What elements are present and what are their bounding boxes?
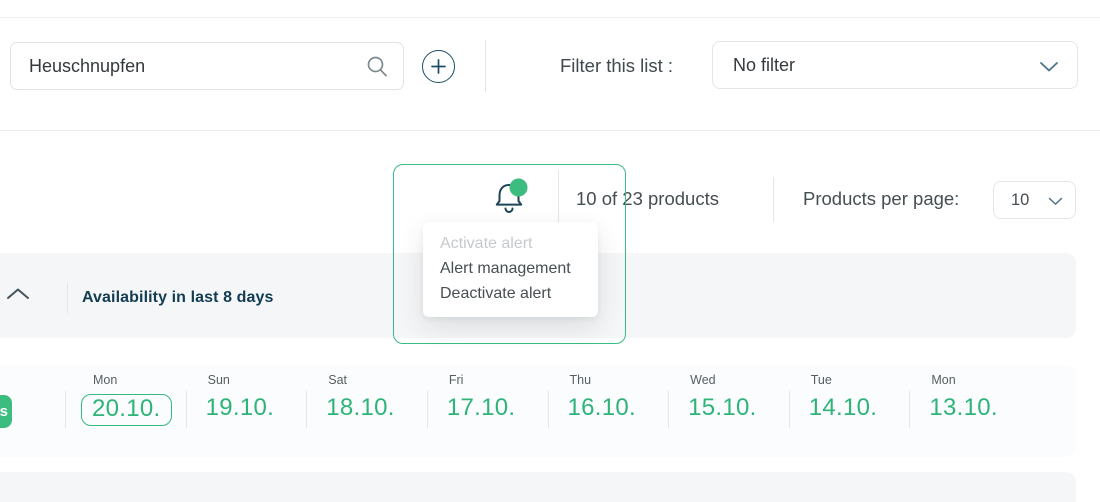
search-icon[interactable] <box>365 54 389 78</box>
collapse-section-button[interactable] <box>6 287 32 305</box>
date-value: 16.10. <box>567 394 637 421</box>
chevron-down-icon <box>1040 62 1058 72</box>
chevron-down-icon <box>1048 197 1063 205</box>
menu-item-activate-alert: Activate alert <box>440 235 533 252</box>
date-value: 14.10. <box>808 394 878 421</box>
alert-bell-button[interactable] <box>486 175 532 221</box>
day-label: Mon <box>931 373 956 387</box>
menu-item-alert-management[interactable]: Alert management <box>423 256 598 281</box>
date-cell[interactable]: Mon 13.10. <box>909 371 1030 428</box>
date-value: 19.10. <box>205 394 275 421</box>
day-label: Sat <box>328 373 348 387</box>
plus-icon <box>431 59 446 74</box>
date-cell[interactable]: Fri 17.10. <box>426 371 548 428</box>
date-cell[interactable]: Sat 18.10. <box>306 371 427 428</box>
search-box <box>10 42 404 90</box>
dates-row: Mon 20.10. Sun 19.10. Sat 18.10. Fri 17.… <box>65 371 1030 428</box>
section-title: Availability in last 8 days <box>82 289 274 306</box>
day-label: Fri <box>448 373 464 387</box>
date-cell[interactable]: Wed 15.10. <box>668 371 789 428</box>
filter-select-value: No filter <box>733 54 796 75</box>
date-value: 13.10. <box>929 394 998 421</box>
date-value: 17.10. <box>446 394 516 421</box>
day-label: Tue <box>810 373 832 387</box>
day-label: Wed <box>690 373 716 387</box>
date-cell[interactable]: Mon 20.10. <box>65 371 186 428</box>
menu-item-deactivate-alert[interactable]: Deactivate alert <box>423 281 598 306</box>
toolbar-divider <box>558 170 559 224</box>
date-cell[interactable]: Thu 16.10. <box>547 371 669 428</box>
date-value: 15.10. <box>688 394 757 421</box>
section-title-divider <box>67 283 68 313</box>
date-cell[interactable]: Sun 19.10. <box>185 371 307 428</box>
bell-icon <box>495 178 528 213</box>
date-value: 18.10. <box>326 394 395 421</box>
per-page-label: Products per page: <box>803 188 960 209</box>
per-page-value: 10 <box>1011 190 1030 209</box>
add-product-button[interactable] <box>422 50 455 83</box>
day-label: Sun <box>207 373 230 387</box>
date-value: 20.10. <box>92 395 161 422</box>
next-row-band <box>0 472 1076 502</box>
day-label: Mon <box>93 373 118 387</box>
per-page-select[interactable]: 10 <box>993 181 1076 219</box>
edge-badge[interactable]: s <box>0 395 12 428</box>
alert-active-dot <box>509 178 528 197</box>
chevron-up-icon <box>7 288 29 299</box>
filter-list-label: Filter this list : <box>560 55 674 76</box>
top-hairline <box>0 17 1100 18</box>
selected-date-box: 20.10. <box>81 394 172 426</box>
day-label: Thu <box>569 373 592 387</box>
alert-context-menu: Activate alert Alert management Deactiva… <box>423 222 598 317</box>
products-counter: 10 of 23 products <box>576 188 719 209</box>
date-cell[interactable]: Tue 14.10. <box>788 371 910 428</box>
toolbar-divider-2 <box>773 177 774 222</box>
topbar-divider <box>485 40 486 92</box>
search-input[interactable] <box>11 55 365 77</box>
filter-select[interactable]: No filter <box>712 41 1078 89</box>
header-divider <box>0 130 1100 131</box>
